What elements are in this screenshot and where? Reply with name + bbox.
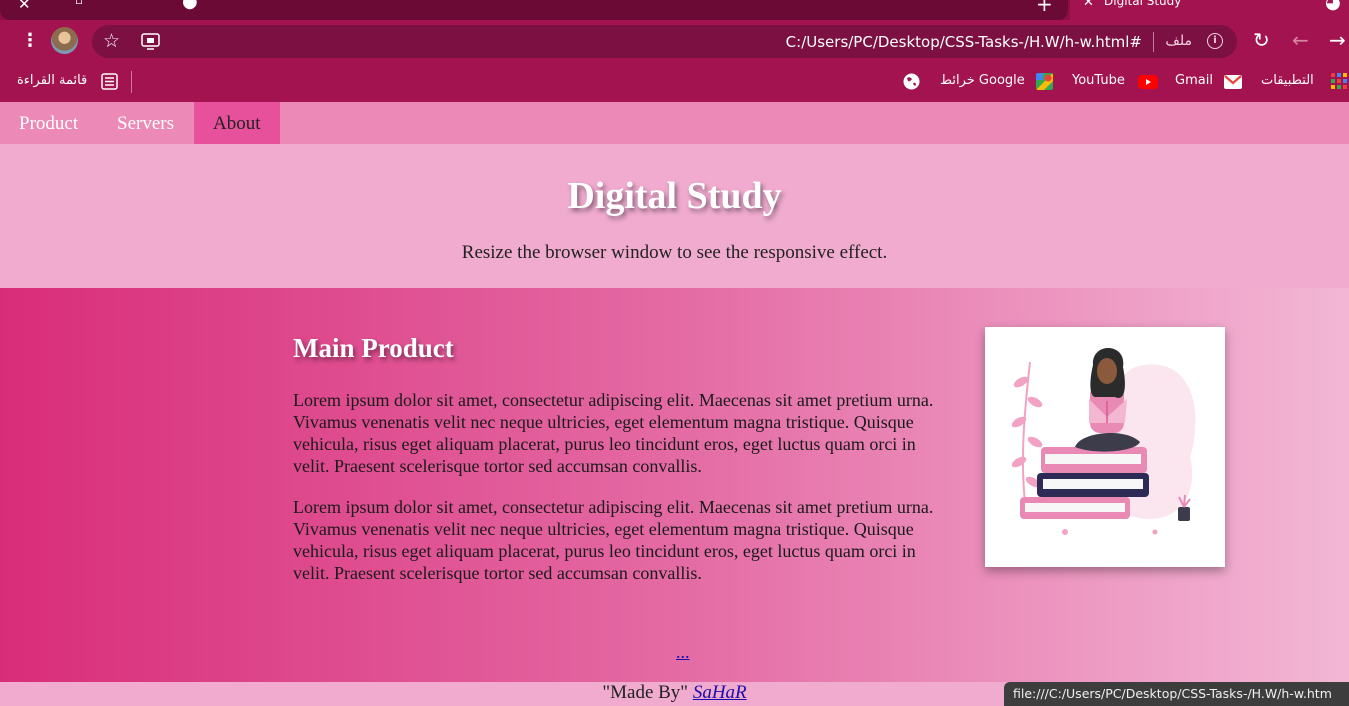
top-navigation: Product Servers About bbox=[0, 102, 1349, 144]
kebab-menu-icon[interactable]: ⋮ bbox=[21, 32, 39, 50]
page-header: Digital Study Resize the browser window … bbox=[0, 144, 1349, 288]
tab-icon: ▫ bbox=[75, 0, 84, 7]
reading-girl-illustration bbox=[1011, 347, 1196, 535]
loading-indicator-icon: ● bbox=[182, 0, 198, 12]
scheme-label: ملف bbox=[1165, 33, 1192, 49]
status-bar: file:///C:/Users/PC/Desktop/CSS-Tasks-/H… bbox=[1004, 682, 1349, 706]
bookmarks-separator bbox=[131, 71, 132, 93]
youtube-icon[interactable] bbox=[1138, 75, 1158, 89]
avatar[interactable] bbox=[51, 27, 78, 54]
section-heading: Main Product bbox=[293, 333, 454, 363]
nav-servers[interactable]: Servers bbox=[98, 102, 193, 144]
footer-made-by: "Made By" bbox=[602, 682, 689, 703]
bookmarks-bar: قائمة القراءة خرائط Google YouTube Gmail… bbox=[0, 62, 1349, 102]
gmail-icon[interactable] bbox=[1224, 75, 1242, 89]
bookmark-reading-list[interactable]: قائمة القراءة bbox=[17, 73, 87, 88]
back-arrow-icon[interactable]: ← bbox=[1292, 30, 1309, 50]
globe-icon[interactable] bbox=[903, 73, 920, 90]
product-image bbox=[985, 327, 1225, 567]
more-link[interactable]: ... bbox=[676, 642, 690, 663]
nav-product[interactable]: Product bbox=[0, 102, 97, 144]
paragraph-1: Lorem ipsum dolor sit amet, consectetur … bbox=[293, 390, 934, 476]
reading-list-icon[interactable] bbox=[101, 73, 118, 90]
web-page: Product Servers About Digital Study Resi… bbox=[0, 102, 1349, 706]
apps-grid-icon[interactable] bbox=[1331, 73, 1348, 90]
forward-arrow-icon[interactable]: → bbox=[1329, 30, 1346, 50]
address-separator bbox=[1153, 32, 1154, 52]
browser-toolbar: ⋮ ☆ C:/Users/PC/Desktop/CSS-Tasks-/H.W/h… bbox=[0, 20, 1349, 62]
cast-icon[interactable] bbox=[141, 33, 160, 50]
plus-icon[interactable]: + bbox=[1036, 0, 1053, 14]
active-tab-title: Digital Study bbox=[1104, 0, 1182, 8]
footer-author-link[interactable]: SaHaR bbox=[693, 682, 747, 703]
address-bar[interactable]: ☆ C:/Users/PC/Desktop/CSS-Tasks-/H.W/h-w… bbox=[92, 25, 1237, 58]
page-title: Digital Study bbox=[567, 175, 782, 217]
reload-icon[interactable]: ↻ bbox=[1253, 30, 1270, 50]
star-icon[interactable]: ☆ bbox=[103, 32, 120, 51]
bookmark-youtube[interactable]: YouTube bbox=[1072, 73, 1125, 88]
main-section: Main Product Lorem ipsum dolor sit amet,… bbox=[0, 288, 1349, 682]
close-icon[interactable]: ✕ bbox=[18, 0, 31, 12]
profile-circle-icon[interactable]: ◕ bbox=[1325, 0, 1341, 12]
bookmark-apps[interactable]: التطبيقات bbox=[1261, 73, 1314, 88]
nav-about[interactable]: About bbox=[194, 102, 280, 144]
paragraph-2: Lorem ipsum dolor sit amet, consectetur … bbox=[293, 497, 934, 583]
page-subtitle: Resize the browser window to see the res… bbox=[461, 242, 888, 263]
inactive-tab-area[interactable] bbox=[0, 0, 1068, 20]
url-text[interactable]: C:/Users/PC/Desktop/CSS-Tasks-/H.W/h-w.h… bbox=[786, 33, 1142, 51]
tab-strip: ✕ ▫ ● + ✕ Digital Study ◕ bbox=[0, 0, 1349, 20]
maps-icon[interactable] bbox=[1036, 73, 1053, 90]
close-icon[interactable]: ✕ bbox=[1083, 0, 1094, 9]
info-icon[interactable]: i bbox=[1207, 33, 1223, 49]
bookmark-maps[interactable]: خرائط Google bbox=[940, 73, 1025, 88]
bookmark-gmail[interactable]: Gmail bbox=[1175, 73, 1213, 88]
